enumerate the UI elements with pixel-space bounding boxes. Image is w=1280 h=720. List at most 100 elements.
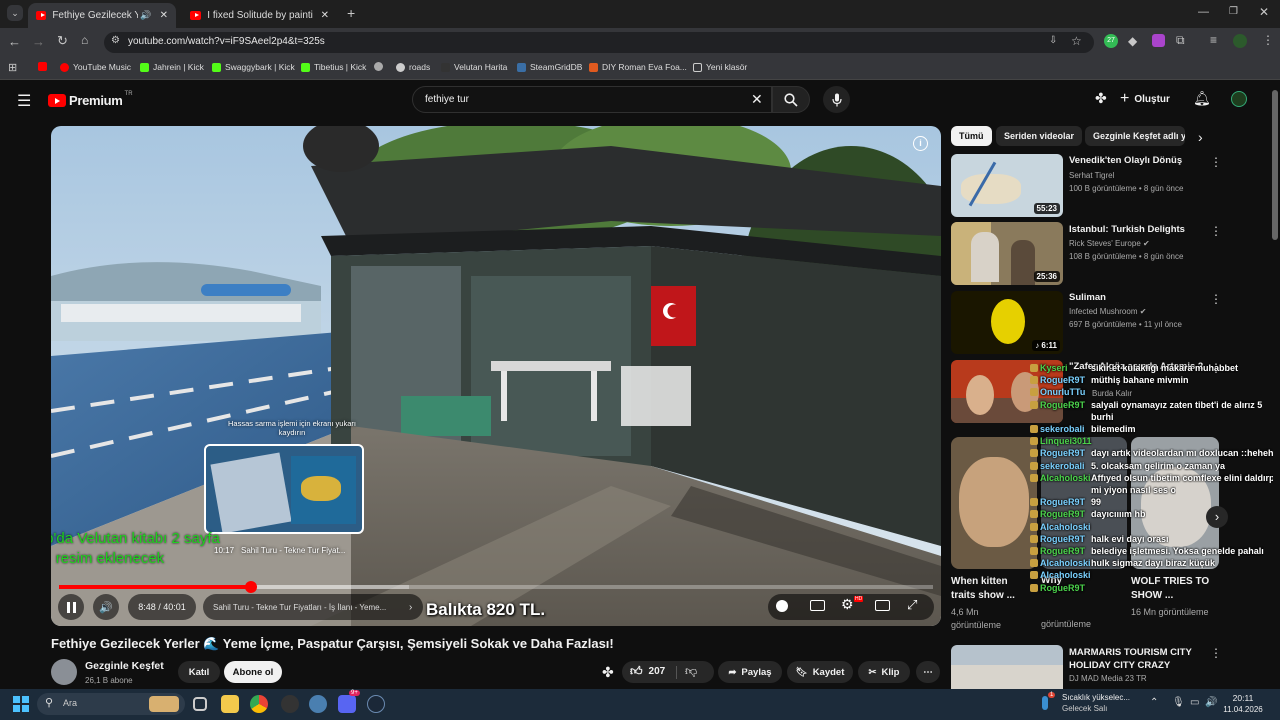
like-button[interactable]: 👍︎ 207 [630,664,665,679]
clip-button[interactable]: ✂ Klip [858,661,910,683]
close-window-icon[interactable]: ✕ [1259,5,1269,19]
game-app-icon[interactable] [281,695,299,713]
home-icon[interactable]: ⌂ [81,33,88,47]
browser-menu-icon[interactable]: ⋮ [1262,33,1274,47]
video-channel-row[interactable]: Rick Steves' Europe ✔ [1069,239,1150,248]
tab-solitude[interactable]: I fixed Solitude by painting it - ✕ [182,3,337,28]
ask-ai-icon[interactable]: ✤ [602,664,614,681]
fullscreen-icon[interactable]: ⤢ [907,597,917,613]
video-title[interactable]: Istanbul: Turkish Delights [1069,224,1219,235]
miniplayer-icon[interactable] [875,600,890,611]
voice-search-button[interactable] [823,86,850,113]
more-actions-button[interactable]: ⋯ [916,661,940,683]
taskbar-search[interactable]: ⚲ Ara [37,693,185,715]
video-thumbnail[interactable]: 25:36 [951,222,1063,285]
bookmark-swaggybark[interactable]: Swaggybark | Kick [212,62,295,72]
create-button[interactable]: + Oluştur [1120,90,1170,108]
forward-icon[interactable]: → [32,34,45,49]
display-tray-icon[interactable]: ▭ [1190,697,1199,708]
clock-time[interactable]: 20:11 [1221,693,1265,703]
clear-search-icon[interactable]: ✕ [751,91,763,108]
tab-fethiye[interactable]: Fethiye Gezilecek Yerler 🌊 🔊 ✕ [28,3,176,28]
video-player[interactable]: i Hassas sarma işlemi için ekranı yukarı… [51,126,941,626]
minimize-icon[interactable]: — [1198,6,1209,18]
extension-diamond-icon[interactable]: ◆ [1128,34,1137,48]
save-button[interactable]: 🔖︎ Kaydet [787,661,853,683]
chrome-icon[interactable] [250,695,268,713]
bookmark-star-icon[interactable]: ☆ [1071,34,1082,48]
install-app-icon[interactable]: ⇩ [1049,35,1057,46]
bookmark-roads[interactable]: roads [396,62,430,72]
channel-avatar[interactable] [51,659,77,685]
youtube-logo[interactable]: Premium TR [48,91,133,108]
video-title[interactable]: Venedik'ten Olaylı Dönüş [1069,155,1219,166]
autoplay-toggle-icon[interactable] [776,600,788,612]
video-channel-row[interactable]: Infected Mushroom ✔ [1069,307,1146,316]
short-title[interactable]: WOLF TRIES TO SHOW ... [1131,575,1221,603]
share-button[interactable]: ➦ Paylaş [718,661,782,683]
extensions-puzzle-icon[interactable]: ⧉ [1176,33,1185,48]
media-queue-icon[interactable]: ≡ [1210,33,1217,47]
mic-tray-icon[interactable]: 🎙︎ [1172,697,1185,708]
video-menu-icon[interactable]: ⋮ [1210,155,1222,169]
video-thumbnail[interactable]: 55:23 [951,154,1063,217]
video-menu-icon[interactable]: ⋮ [1210,292,1222,306]
bookmark-jahrein[interactable]: Jahrein | Kick [140,62,204,72]
extension-purple-icon[interactable] [1152,34,1165,47]
close-tab-icon[interactable]: ✕ [160,10,168,21]
subscribe-button[interactable]: Abone ol [224,661,282,683]
apps-grid-icon[interactable]: ⊞ [8,61,17,74]
back-icon[interactable]: ← [8,34,21,49]
short-title[interactable]: When kitten traits show ... [951,575,1033,603]
chip-all[interactable]: Tümü [951,126,992,146]
new-tab-button[interactable]: + [347,5,355,21]
chips-next-icon[interactable]: › [1198,129,1203,145]
address-bar[interactable]: ⚙ youtube.com/watch?v=iF9SAeel2p4&t=325s… [104,32,1094,53]
shorts-next-button[interactable]: › [1206,506,1228,528]
clock-date[interactable]: 11.04.2026 [1221,705,1265,714]
chapter-button[interactable]: Sahil Turu - Tekne Tur Fiyatları - İş İl… [203,594,423,620]
settings-app-icon[interactable] [309,695,327,713]
search-button[interactable] [772,86,810,113]
network-tray-icon[interactable]: 🔊 [1205,697,1217,708]
reload-icon[interactable]: ↻ [57,33,68,49]
short-thumbnail[interactable] [951,437,1037,569]
tray-chevron-icon[interactable]: ⌃ [1150,697,1158,708]
video-channel[interactable]: DJ MAD Media 23 TR [1069,674,1147,683]
hamburger-menu-icon[interactable]: ☰ [17,91,31,111]
bookmark-tibetius[interactable]: Tibetius | Kick [301,62,366,72]
video-title[interactable]: MARMARIS TOURISM CITY HOLIDAY CITY CRAZY… [1069,646,1209,672]
weather-widget[interactable]: 1 Sıcaklık yükselec... Gelecek Salı [1042,692,1142,716]
video-channel[interactable]: Serhat Tigrel [1069,171,1114,180]
account-avatar[interactable] [1231,91,1247,107]
windows-start-icon[interactable] [13,696,29,712]
bookmark-folder[interactable]: Yeni klasör [693,62,747,72]
page-scrollbar[interactable] [1272,90,1278,240]
extension-badge-icon[interactable]: 27 [1104,34,1118,48]
close-tab-icon[interactable]: ✕ [321,10,329,21]
video-channel[interactable]: Burda Kalır [1092,389,1132,398]
video-menu-icon[interactable]: ⋮ [1210,646,1222,660]
info-icon[interactable]: i [913,136,928,151]
chip-channel[interactable]: Gezginle Keşfet adlı y [1085,126,1185,146]
pause-button[interactable] [58,594,84,620]
bookmark-globe[interactable] [374,62,383,71]
settings-gear-icon[interactable]: ⚙ [841,596,854,613]
search-input[interactable]: fethiye tur ✕ [412,86,772,113]
video-menu-icon[interactable]: ⋮ [1210,224,1222,238]
join-button[interactable]: Katıl [178,661,220,683]
speaker-icon[interactable]: 🔊 [140,10,151,21]
bookmark-steamgriddb[interactable]: SteamGridDB [517,62,582,72]
video-thumbnail[interactable]: ♪ 6:11 [951,291,1063,354]
file-explorer-icon[interactable] [221,695,239,713]
bookmark-diy-roman[interactable]: DIY Roman Eva Foa... [589,62,687,72]
dislike-button[interactable]: 👎︎ [685,664,697,679]
tab-search-icon[interactable]: ⌄ [7,5,23,21]
profile-avatar-icon[interactable] [1233,34,1247,48]
notifications-bell-icon[interactable]: 🔔︎ [1193,90,1211,107]
bookmark-youtube[interactable] [38,62,47,71]
bookmark-velutan[interactable]: Velutan Harita [441,62,507,72]
chip-series[interactable]: Seriden videolar [996,126,1083,146]
task-view-icon[interactable] [193,697,207,711]
channel-name[interactable]: Gezginle Keşfet [85,660,164,672]
